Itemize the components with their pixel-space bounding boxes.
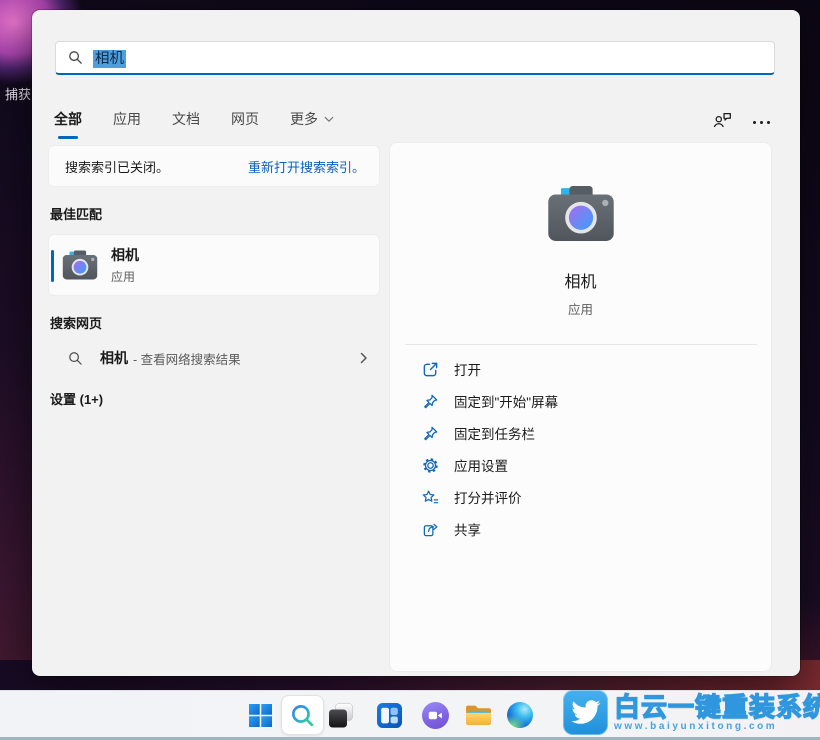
chat-button[interactable] xyxy=(415,695,455,735)
web-query: 相机 xyxy=(100,350,128,366)
action-rate-review[interactable]: 打分并评价 xyxy=(421,481,771,513)
tab-documents[interactable]: 文档 xyxy=(170,105,202,139)
taskbar-search-button[interactable] xyxy=(281,695,324,735)
watermark: 白云一键重装系统 www.baiyunxitong.com xyxy=(563,690,820,735)
tab-more[interactable]: 更多 xyxy=(288,105,336,139)
chevron-down-icon xyxy=(324,110,334,126)
action-pin-to-taskbar[interactable]: 固定到任务栏 xyxy=(421,417,771,449)
camera-app-icon-large xyxy=(547,185,615,247)
app-detail-pane: 相机 应用 打开 固定到"开始"屏幕 固定到任务栏 应用设置 打分并评价 共享 xyxy=(389,142,772,672)
open-icon xyxy=(421,360,439,378)
search-flyout-panel: 相机 全部 应用 文档 网页 更多 搜索索引已关闭。 重新打开搜索索引。 最佳匹… xyxy=(32,10,800,676)
rate-star-icon xyxy=(421,488,439,506)
tab-all[interactable]: 全部 xyxy=(52,105,84,139)
camera-app-icon xyxy=(62,250,98,280)
edge-browser-icon xyxy=(507,702,533,728)
chevron-right-icon xyxy=(360,352,368,364)
web-query-desc: - 查看网络搜索结果 xyxy=(133,352,241,367)
edge-button[interactable] xyxy=(500,695,540,735)
pin-icon xyxy=(421,392,439,410)
reenable-indexing-link[interactable]: 重新打开搜索索引。 xyxy=(248,157,365,176)
desktop: 捕获 相机 全部 应用 文档 网页 更多 搜索索引已关闭。 重新打开搜索索引。 … xyxy=(0,0,820,740)
file-explorer-icon xyxy=(465,705,491,725)
result-subtitle: 应用 xyxy=(111,270,136,284)
task-view-button[interactable] xyxy=(321,695,361,735)
search-filter-tabs: 全部 应用 文档 网页 更多 xyxy=(52,105,363,139)
teams-chat-icon xyxy=(421,701,449,729)
action-open[interactable]: 打开 xyxy=(421,353,771,385)
tab-web[interactable]: 网页 xyxy=(229,105,261,139)
more-options-icon[interactable] xyxy=(753,117,770,124)
windows-logo-icon xyxy=(248,703,272,727)
gear-icon xyxy=(421,456,439,474)
search-gradient-icon xyxy=(292,704,314,726)
share-icon xyxy=(421,520,439,538)
settings-heading: 设置 (1+) xyxy=(50,392,104,407)
search-icon xyxy=(68,50,83,65)
background-window-title: 捕获 xyxy=(5,87,32,102)
indexing-notice: 搜索索引已关闭。 重新打开搜索索引。 xyxy=(48,145,380,187)
results-column: 搜索索引已关闭。 重新打开搜索索引。 最佳匹配 相机 应用 搜索网页 相机 - … xyxy=(48,145,380,408)
search-icon xyxy=(68,351,83,366)
best-match-heading: 最佳匹配 xyxy=(50,207,103,222)
action-pin-to-start[interactable]: 固定到"开始"屏幕 xyxy=(421,385,771,417)
watermark-title: 白云一键重装系统 xyxy=(613,691,820,722)
pin-icon xyxy=(421,424,439,442)
detail-app-subtitle: 应用 xyxy=(567,303,593,317)
widgets-button[interactable] xyxy=(369,695,409,735)
web-search-heading: 搜索网页 xyxy=(50,316,103,331)
search-input[interactable]: 相机 xyxy=(55,41,775,75)
file-explorer-button[interactable] xyxy=(458,695,498,735)
search-query-text: 相机 xyxy=(93,50,126,68)
watermark-url: www.baiyunxitong.com xyxy=(614,720,778,732)
action-app-settings[interactable]: 应用设置 xyxy=(421,449,771,481)
task-view-icon xyxy=(329,703,353,728)
web-search-result[interactable]: 相机 - 查看网络搜索结果 xyxy=(48,340,380,376)
selection-accent-bar xyxy=(51,250,54,282)
feedback-icon[interactable] xyxy=(712,110,733,130)
bird-logo-icon xyxy=(563,690,608,735)
widgets-icon xyxy=(376,702,402,728)
tab-apps[interactable]: 应用 xyxy=(111,105,143,139)
action-share[interactable]: 共享 xyxy=(421,513,771,545)
notice-text: 搜索索引已关闭。 xyxy=(65,159,170,175)
detail-app-title: 相机 xyxy=(564,274,597,291)
start-button[interactable] xyxy=(240,695,280,735)
app-action-list: 打开 固定到"开始"屏幕 固定到任务栏 应用设置 打分并评价 共享 xyxy=(390,345,771,545)
best-match-result-camera[interactable]: 相机 应用 xyxy=(48,234,380,296)
result-title: 相机 xyxy=(111,247,139,263)
